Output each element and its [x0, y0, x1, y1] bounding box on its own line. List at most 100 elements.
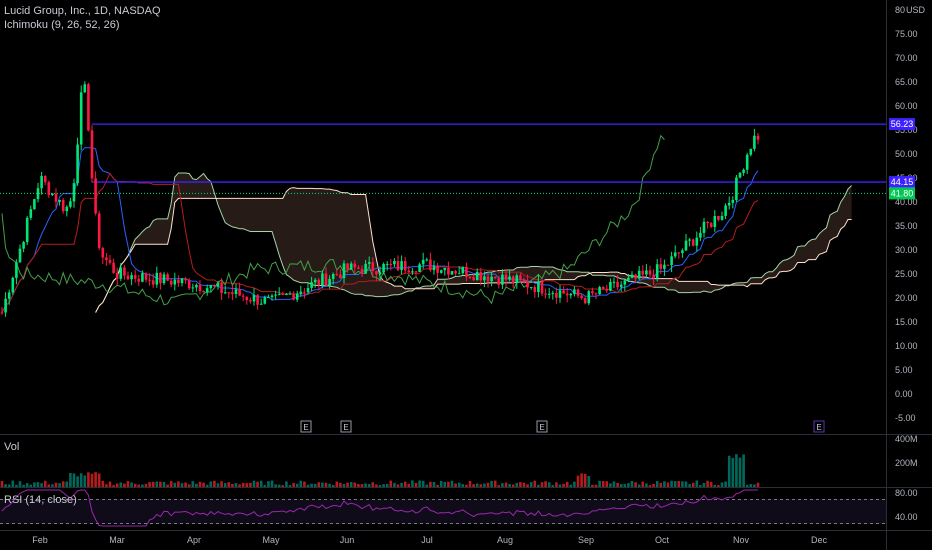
candle-body	[601, 286, 605, 289]
candle-body	[551, 292, 555, 294]
volume-bar	[195, 483, 198, 487]
price-tick: 30.00	[895, 245, 918, 255]
candle-body	[486, 276, 490, 282]
volume-bar	[702, 482, 706, 487]
volume-bar	[101, 480, 105, 487]
candle-body	[33, 199, 36, 210]
volume-bar	[241, 482, 245, 487]
stock-chart[interactable]: E E E E Lucid Group, Inc., 1D, NASDAQ Ichim…	[0, 0, 932, 550]
candle-body	[501, 274, 504, 285]
price-tick: -5.00	[895, 413, 916, 423]
volume-bar	[515, 482, 519, 487]
candle-body	[720, 215, 724, 220]
candle-body	[94, 178, 97, 214]
volume-bar	[648, 485, 652, 487]
candle-body	[141, 273, 144, 282]
volume-bar	[677, 480, 681, 487]
volume-bar	[162, 481, 166, 487]
candle-body	[418, 264, 421, 272]
volume-bar	[594, 484, 598, 487]
candle-body	[364, 263, 367, 274]
candle-body	[558, 290, 562, 298]
candle-body	[724, 205, 727, 216]
volume-bar	[324, 482, 328, 487]
price-tick: 80	[895, 5, 905, 15]
volume-bar	[274, 484, 277, 487]
candle-body	[666, 264, 670, 266]
volume-legend[interactable]: Vol	[4, 441, 19, 453]
time-tick: Feb	[32, 535, 48, 545]
candle-body	[411, 271, 414, 273]
volume-bar	[529, 482, 533, 487]
candle-body	[472, 277, 475, 281]
candle-body	[159, 272, 162, 284]
symbol-legend[interactable]: Lucid Group, Inc., 1D, NASDAQ	[4, 5, 161, 17]
volume-bar	[472, 484, 475, 487]
candle-body	[598, 286, 601, 295]
candle-body	[576, 289, 580, 296]
price-tick: 25.00	[895, 269, 918, 279]
earnings-marker-label: E	[343, 423, 348, 432]
volume-bar	[663, 481, 666, 487]
ichimoku-legend[interactable]: Ichimoku (9, 26, 52, 26)	[4, 19, 120, 31]
volume-bar	[407, 483, 411, 487]
candle-body	[537, 281, 540, 292]
candle-body	[457, 273, 461, 275]
volume-bar	[580, 473, 583, 487]
time-tick: Mar	[109, 535, 125, 545]
volume-bar	[277, 484, 281, 487]
volume-bar	[303, 481, 306, 487]
volume-bar	[191, 481, 195, 487]
volume-bar	[58, 483, 61, 487]
candle-body	[231, 292, 234, 295]
volume-bar	[403, 481, 407, 487]
candle-body	[18, 248, 22, 263]
candle-body	[670, 256, 673, 266]
volume-bar	[565, 481, 569, 487]
volume-bar	[576, 475, 580, 487]
candle-body	[202, 290, 205, 293]
volume-bar	[670, 480, 673, 487]
last-price-label: 41.80	[891, 188, 914, 198]
candle-body	[306, 287, 310, 293]
earnings-marker-label: E	[816, 423, 821, 432]
candle-body	[526, 281, 529, 288]
candle-body	[292, 293, 295, 300]
volume-bar	[378, 485, 382, 487]
candle-body	[616, 281, 619, 288]
candle-body	[288, 293, 292, 295]
candle-body	[648, 270, 652, 275]
volume-bar	[15, 484, 18, 487]
candle-body	[497, 278, 501, 285]
candle-body	[609, 282, 612, 291]
time-tick: Aug	[497, 535, 513, 545]
volume-bar	[209, 481, 213, 487]
candle-body	[61, 199, 65, 212]
volume-bar	[281, 485, 285, 487]
volume-bar	[205, 484, 209, 487]
candle-body	[90, 130, 94, 179]
candle-body	[641, 270, 645, 275]
candle-body	[367, 262, 371, 264]
volume-bar	[108, 481, 112, 487]
volume-bar	[29, 484, 33, 487]
volume-bar	[367, 483, 371, 487]
candle-body	[573, 289, 576, 294]
volume-bar	[436, 484, 439, 487]
volume-bar	[587, 475, 591, 487]
volume-bar	[616, 482, 619, 487]
candle-body	[51, 193, 54, 196]
volume-bar	[537, 484, 540, 487]
candle-body	[483, 276, 486, 281]
candle-body	[342, 263, 346, 279]
rsi-band-fill	[0, 499, 886, 524]
candle-body	[475, 271, 479, 281]
candle-body	[346, 263, 349, 270]
candle-body	[43, 175, 47, 183]
volume-bar	[36, 482, 40, 487]
volume-bar	[234, 483, 238, 487]
rsi-legend[interactable]: RSI (14, close)	[4, 494, 77, 506]
candle-body	[699, 232, 702, 238]
price-tick: 0.00	[895, 389, 913, 399]
volume-bar	[753, 484, 756, 487]
